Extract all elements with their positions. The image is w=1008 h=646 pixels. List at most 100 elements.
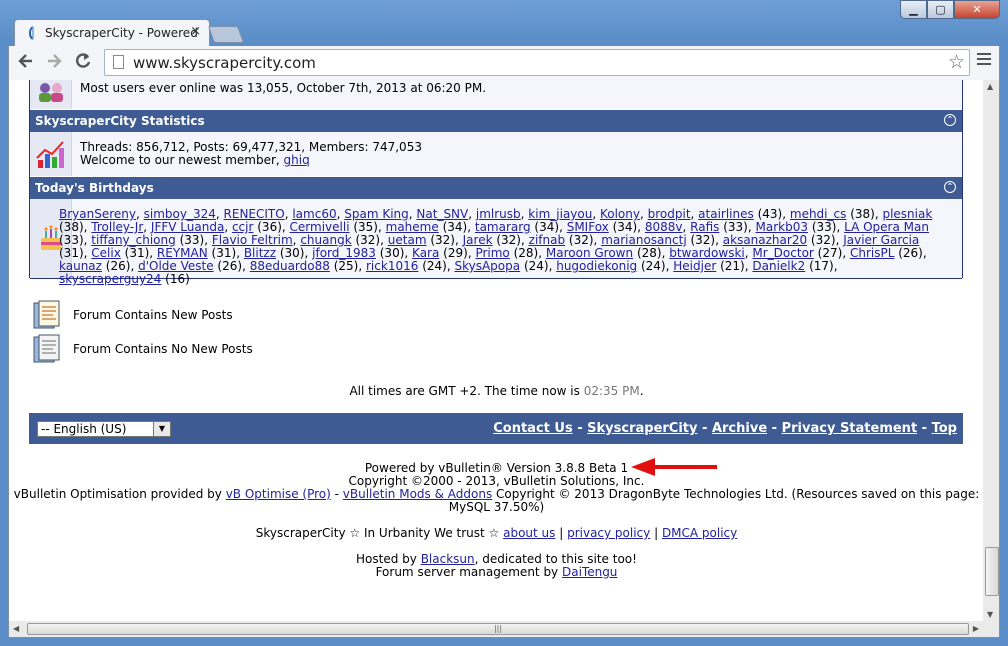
birthday-member-link[interactable]: Danielk2: [752, 259, 805, 273]
birthday-member-link[interactable]: BryanSereny: [59, 207, 136, 221]
vbulletin-mods-link[interactable]: vBulletin Mods & Addons: [343, 487, 492, 501]
birthday-member-link[interactable]: LA Opera Man: [844, 220, 929, 234]
birthday-member-link[interactable]: Nat_SNV: [416, 207, 468, 221]
scroll-right-icon[interactable]: ▶: [973, 624, 979, 633]
birthday-member-link[interactable]: Heidjer: [673, 259, 716, 273]
birthday-member-link[interactable]: jmlrusb: [476, 207, 521, 221]
birthday-member-link[interactable]: tiffany_chiong: [91, 233, 175, 247]
birthday-member-link[interactable]: ChrisPL: [850, 246, 894, 260]
birthday-member-link[interactable]: Trolley-Jr: [91, 220, 143, 234]
forum-new-posts-icon: [33, 300, 60, 329]
birthday-member-link[interactable]: zifnab: [529, 233, 565, 247]
footer-link-privacy-statement[interactable]: Privacy Statement: [782, 421, 918, 436]
birthday-member-link[interactable]: btwardowski: [669, 246, 745, 260]
language-select[interactable]: -- English (US) ▼: [37, 421, 171, 437]
about-us-link[interactable]: about us: [503, 526, 555, 540]
birthday-member-link[interactable]: tamararg: [475, 220, 531, 234]
new-tab-button[interactable]: [207, 26, 245, 43]
birthday-member-link[interactable]: Javier Garcia: [843, 233, 919, 247]
close-window-button[interactable]: ✕: [954, 0, 1000, 19]
birthday-member-age: (32): [355, 233, 381, 247]
url-text[interactable]: www.skyscrapercity.com: [133, 54, 316, 72]
birthday-member-link[interactable]: atairlines: [698, 207, 754, 221]
birthday-member-link[interactable]: Cermivelli: [290, 220, 350, 234]
bookmark-star-icon[interactable]: ☆: [948, 51, 965, 73]
birthday-member-link[interactable]: Jarek: [463, 233, 493, 247]
tab-close-icon[interactable]: ×: [190, 24, 201, 39]
birthday-member-link[interactable]: simboy_324: [144, 207, 216, 221]
birthday-member-age: (34): [534, 220, 560, 234]
back-button[interactable]: [15, 51, 37, 73]
birthday-member-link[interactable]: plesniak: [882, 207, 932, 221]
collapse-statistics-icon[interactable]: ⌃: [944, 114, 956, 126]
reload-button[interactable]: [72, 51, 94, 73]
footer-link-skyscrapercity[interactable]: SkyscraperCity: [587, 421, 697, 436]
scroll-up-icon[interactable]: ▲: [987, 82, 993, 91]
birthday-member-link[interactable]: JFFV Luanda: [151, 220, 224, 234]
maximize-button[interactable]: ▢: [927, 0, 954, 19]
birthday-member-link[interactable]: ccjr: [232, 220, 253, 234]
birthday-member-link[interactable]: Primo: [475, 246, 509, 260]
birthday-member-link[interactable]: marianosanctj: [601, 233, 686, 247]
birthday-member-link[interactable]: skyscraperguy24: [59, 272, 161, 286]
birthday-member-link[interactable]: Markb03: [756, 220, 808, 234]
birthday-member-link[interactable]: 88eduardo88: [250, 259, 330, 273]
birthday-member-link[interactable]: d'Olde Veste: [138, 259, 214, 273]
horizontal-scrollbar[interactable]: ◀ ||| ▶: [8, 621, 983, 638]
birthday-member-link[interactable]: lamc60: [292, 207, 336, 221]
birthday-member-link[interactable]: Mr_Doctor: [752, 246, 813, 260]
birthday-member-link[interactable]: hugodiekonig: [556, 259, 637, 273]
birthday-member-age: (32): [430, 233, 455, 247]
birthday-member-link[interactable]: rick1016: [366, 259, 418, 273]
collapse-birthdays-icon[interactable]: ⌃: [944, 181, 956, 193]
forward-button[interactable]: [43, 51, 65, 73]
daitengu-link[interactable]: DaiTengu: [562, 565, 617, 579]
privacy-policy-link[interactable]: privacy policy: [567, 526, 650, 540]
birthday-member-link[interactable]: Spam King: [344, 207, 409, 221]
birthday-member-link[interactable]: kaunaz: [59, 259, 102, 273]
birthday-member-link[interactable]: Maroon Grown: [546, 246, 633, 260]
birthday-member-link[interactable]: SkysApopa: [454, 259, 520, 273]
birthday-member-age: (29): [443, 246, 468, 260]
birthday-member-link[interactable]: Kolony: [600, 207, 640, 221]
arrow-left-icon: [18, 54, 32, 68]
birthday-member-link[interactable]: REYMAN: [157, 246, 208, 260]
birthday-member-link[interactable]: jford_1983: [312, 246, 376, 260]
birthday-member-link[interactable]: aksanazhar20: [723, 233, 807, 247]
minimize-button[interactable]: ▁: [900, 0, 927, 19]
footer-link-archive[interactable]: Archive: [712, 421, 767, 436]
birthday-member-link[interactable]: maheme: [386, 220, 439, 234]
mysql-text: MySQL 37.50%): [448, 500, 545, 514]
statistics-row: Threads: 856,712, Posts: 69,477,321, Mem…: [30, 132, 962, 176]
birthday-member-link[interactable]: Flavio Feltrim: [212, 233, 293, 247]
address-bar[interactable]: www.skyscrapercity.com ☆: [104, 49, 970, 76]
hamburger-menu-icon[interactable]: [977, 53, 991, 68]
footer-link-top[interactable]: Top: [932, 421, 957, 436]
birthday-member-link[interactable]: Rafis: [690, 220, 719, 234]
chevron-down-icon[interactable]: ▼: [153, 422, 170, 436]
browser-tab[interactable]: SkyscraperCity - Powered ×: [14, 19, 210, 46]
vertical-scroll-thumb[interactable]: [985, 547, 999, 596]
scroll-down-icon[interactable]: ▼: [987, 610, 993, 619]
birthday-member-age: (26): [105, 259, 131, 273]
horizontal-scroll-thumb[interactable]: |||: [27, 623, 969, 635]
birthday-member-link[interactable]: uetam: [388, 233, 427, 247]
birthday-member-link[interactable]: chuangk: [300, 233, 351, 247]
birthday-member-link[interactable]: Kara: [412, 246, 439, 260]
birthday-member-link[interactable]: SMIFox: [567, 220, 609, 234]
birthday-member-link[interactable]: mehdi_cs: [790, 207, 846, 221]
newest-member-link[interactable]: ghiq: [284, 153, 310, 167]
scroll-left-icon[interactable]: ◀: [13, 624, 19, 633]
birthday-member-link[interactable]: kim_jiayou: [528, 207, 592, 221]
vertical-scrollbar[interactable]: ▲ ▼: [983, 80, 1000, 621]
footer-link-contact-us[interactable]: Contact Us: [493, 421, 572, 436]
blacksun-link[interactable]: Blacksun: [421, 552, 475, 566]
birthday-member-link[interactable]: Celix: [91, 246, 121, 260]
birthday-member-link[interactable]: Blitzz: [244, 246, 276, 260]
birthday-member-link[interactable]: brodpit: [648, 207, 691, 221]
birthday-member-link[interactable]: RENECITO: [224, 207, 285, 221]
vb-optimise-link[interactable]: vB Optimise (Pro): [226, 487, 331, 501]
statistics-icon-cell: [30, 132, 72, 176]
birthday-member-link[interactable]: 8088v: [645, 220, 683, 234]
dmca-policy-link[interactable]: DMCA policy: [662, 526, 737, 540]
